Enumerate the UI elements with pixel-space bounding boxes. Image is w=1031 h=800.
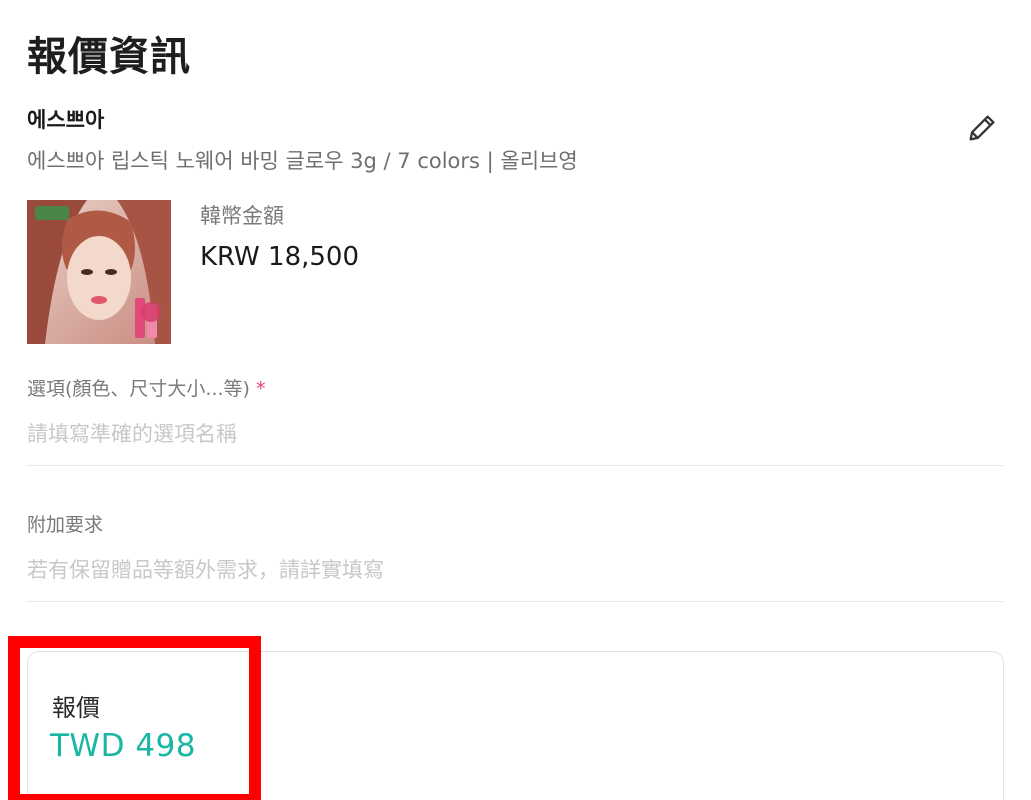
edit-button[interactable] xyxy=(962,108,1002,148)
quote-label: 報價 xyxy=(52,694,100,722)
page-title: 報價資訊 xyxy=(27,34,191,80)
quote-card: 報價 TWD 498 xyxy=(27,651,1004,800)
extra-request-label: 附加要求 xyxy=(27,514,104,536)
price-value: KRW 18,500 xyxy=(200,242,360,272)
option-input[interactable] xyxy=(27,416,1004,452)
required-mark: * xyxy=(255,378,266,400)
product-image xyxy=(27,200,171,344)
product-brand: 에스쁘아 xyxy=(27,108,105,132)
option-label-text: 選項(顏色、尺寸大小...等) xyxy=(27,378,250,400)
product-name: 에스쁘아 립스틱 노웨어 바밍 글로우 3g / 7 colors | 올리브영 xyxy=(27,149,578,173)
quote-value: TWD 498 xyxy=(50,728,196,764)
option-field: 選項(顏色、尺寸大小...等) * xyxy=(27,374,1004,466)
pencil-icon xyxy=(969,115,995,141)
extra-request-input[interactable] xyxy=(27,552,1004,588)
product-photo-icon xyxy=(27,200,171,344)
extra-request-field: 附加要求 xyxy=(27,510,1004,602)
option-field-label: 選項(顏色、尺寸大小...等) * xyxy=(27,374,265,401)
price-label: 韓幣金額 xyxy=(200,204,284,228)
